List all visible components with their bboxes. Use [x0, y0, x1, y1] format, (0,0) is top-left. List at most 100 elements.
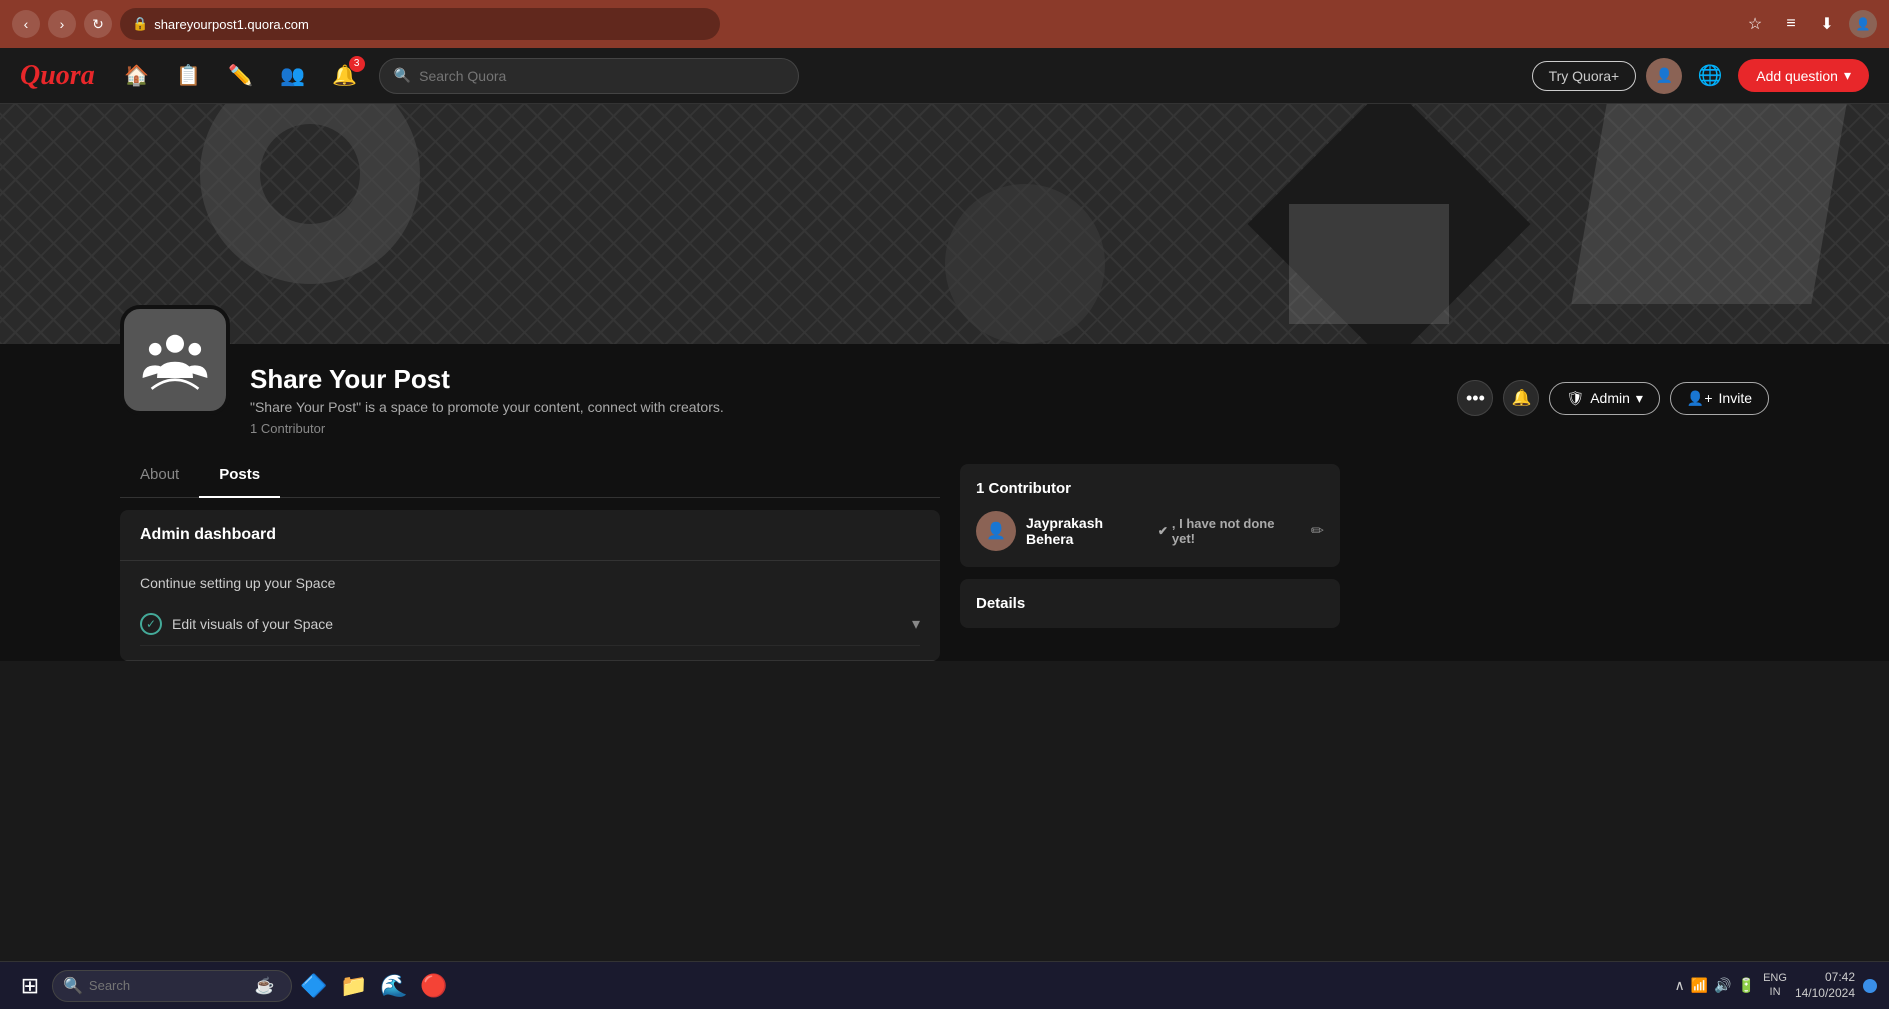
taskbar-search-input[interactable] — [89, 978, 249, 993]
chevron-down-icon: ▾ — [912, 614, 920, 634]
nav-right: Try Quora+ 👤 🌐 Add question ▾ — [1532, 58, 1869, 94]
taskbar: ⊞ 🔍 ☕ 🔷 📁 🌊 🔴 ∧ 📶 🔊 🔋 ENG IN 07:42 14/10… — [0, 961, 1889, 1009]
space-name: Share Your Post — [250, 364, 724, 395]
region-text: IN — [1763, 986, 1787, 999]
admin-dashboard-card: Admin dashboard Continue setting up your… — [120, 510, 940, 661]
playlist-icon[interactable]: ≡ — [1777, 10, 1805, 38]
search-input[interactable] — [419, 68, 784, 84]
contributors-card: 1 Contributor 👤 Jayprakash Behera ✔ , I … — [960, 464, 1340, 567]
notification-badge: 3 — [349, 56, 365, 72]
add-question-chevron: ▾ — [1844, 67, 1851, 84]
left-panel: About Posts Admin dashboard Continue set… — [120, 452, 940, 661]
setup-item-left: ✓ Edit visuals of your Space — [140, 613, 333, 635]
taskbar-edge-icon[interactable]: 🌊 — [376, 968, 412, 1004]
network-icon[interactable]: 📶 — [1691, 977, 1708, 994]
admin-label: Admin — [1590, 390, 1630, 406]
space-cover — [0, 104, 1889, 344]
system-clock[interactable]: 07:42 14/10/2024 — [1795, 970, 1855, 1001]
cover-shape-skew — [1571, 104, 1846, 304]
browser-actions: ☆ ≡ ⬇ 👤 — [1741, 10, 1877, 38]
browser-chrome: ‹ › ↻ 🔒 shareyourpost1.quora.com ☆ ≡ ⬇ 👤 — [0, 0, 1889, 48]
tab-posts[interactable]: Posts — [199, 452, 280, 497]
contributors-title: 1 Contributor — [976, 480, 1324, 497]
contributor-name-text: Jayprakash Behera — [1026, 515, 1154, 547]
chevron-up-tray-icon[interactable]: ∧ — [1675, 977, 1685, 994]
url-text: shareyourpost1.quora.com — [154, 17, 309, 32]
back-button[interactable]: ‹ — [12, 10, 40, 38]
clock-date: 14/10/2024 — [1795, 986, 1855, 1002]
taskbar-search-box[interactable]: 🔍 ☕ — [52, 970, 292, 1002]
lang-text: ENG — [1763, 972, 1787, 985]
quora-navbar: Quora 🏠 📋 ✏️ 👥 🔔 3 🔍 Try Quora+ 👤 🌐 Add … — [0, 48, 1889, 104]
space-actions: ••• 🔔 🛡 Admin ▾ 👤+ Invite — [1457, 360, 1769, 416]
clock-time: 07:42 — [1795, 970, 1855, 986]
windows-logo-icon: ⊞ — [21, 973, 39, 999]
edit-contributor-button[interactable]: ✏ — [1311, 521, 1324, 541]
invite-button[interactable]: 👤+ Invite — [1670, 382, 1769, 415]
tab-about[interactable]: About — [120, 452, 199, 497]
setup-title: Continue setting up your Space — [140, 575, 920, 591]
details-card: Details — [960, 579, 1340, 628]
language-icon[interactable]: 🌐 — [1692, 58, 1728, 94]
url-bar[interactable]: 🔒 shareyourpost1.quora.com — [120, 8, 720, 40]
notification-dot[interactable] — [1863, 979, 1877, 993]
add-question-label: Add question — [1756, 68, 1838, 84]
setup-item-visuals[interactable]: ✓ Edit visuals of your Space ▾ — [140, 603, 920, 646]
search-icon: 🔍 — [394, 67, 411, 84]
contributor-item: 👤 Jayprakash Behera ✔ , I have not done … — [976, 511, 1324, 551]
taskbar-right: ∧ 📶 🔊 🔋 ENG IN 07:42 14/10/2024 — [1675, 970, 1877, 1001]
space-text-info: Share Your Post "Share Your Post" is a s… — [250, 360, 724, 436]
taskbar-chrome-icon[interactable]: 🔴 — [416, 968, 452, 1004]
tabs-bar: About Posts — [120, 452, 940, 498]
search-bar[interactable]: 🔍 — [379, 58, 799, 94]
start-button[interactable]: ⊞ — [12, 968, 48, 1004]
setup-item-label-visuals: Edit visuals of your Space — [172, 616, 333, 632]
browser-user-avatar[interactable]: 👤 — [1849, 10, 1877, 38]
space-notification-button[interactable]: 🔔 — [1503, 380, 1539, 416]
admin-chevron-icon: ▾ — [1636, 390, 1643, 407]
forward-button[interactable]: › — [48, 10, 76, 38]
try-quora-button[interactable]: Try Quora+ — [1532, 61, 1637, 91]
home-icon[interactable]: 🏠 — [119, 58, 155, 94]
language-indicator: ENG IN — [1763, 972, 1787, 998]
quora-logo[interactable]: Quora — [20, 60, 95, 92]
lock-icon: 🔒 — [132, 16, 148, 32]
taskbar-files-icon[interactable]: 📁 — [336, 968, 372, 1004]
taskbar-copilot-icon[interactable]: 🔷 — [296, 968, 332, 1004]
more-options-button[interactable]: ••• — [1457, 380, 1493, 416]
answers-icon[interactable]: 📋 — [171, 58, 207, 94]
details-title: Details — [976, 595, 1324, 612]
admin-button[interactable]: 🛡 Admin ▾ — [1549, 382, 1660, 415]
person-plus-icon: 👤+ — [1687, 390, 1713, 407]
cover-shape-rect — [1289, 204, 1449, 324]
main-content: About Posts Admin dashboard Continue set… — [0, 452, 1889, 661]
invite-label: Invite — [1719, 390, 1752, 406]
space-info-bar: Share Your Post "Share Your Post" is a s… — [0, 344, 1889, 452]
check-done-icon: ✓ — [140, 613, 162, 635]
space-avatar — [120, 305, 230, 415]
space-contributors-count: 1 Contributor — [250, 421, 724, 436]
contributor-name: Jayprakash Behera ✔ , I have not done ye… — [1026, 515, 1301, 547]
add-question-button[interactable]: Add question ▾ — [1738, 59, 1869, 92]
space-description: "Share Your Post" is a space to promote … — [250, 399, 724, 415]
admin-dashboard-header: Admin dashboard — [120, 510, 940, 561]
edit-icon[interactable]: ✏️ — [223, 58, 259, 94]
sys-tray-icons: ∧ 📶 🔊 🔋 — [1675, 977, 1756, 994]
volume-icon[interactable]: 🔊 — [1714, 977, 1731, 994]
right-panel: 1 Contributor 👤 Jayprakash Behera ✔ , I … — [960, 452, 1340, 661]
coffee-icon: ☕ — [255, 976, 275, 996]
battery-icon[interactable]: 🔋 — [1738, 977, 1755, 994]
shield-icon: 🛡 — [1566, 390, 1584, 407]
contributor-avatar: 👤 — [976, 511, 1016, 551]
star-icon[interactable]: ☆ — [1741, 10, 1769, 38]
cover-shape-dark-circle — [945, 184, 1105, 344]
user-avatar[interactable]: 👤 — [1646, 58, 1682, 94]
notification-wrapper: 🔔 3 — [327, 58, 363, 94]
download-icon[interactable]: ⬇ — [1813, 10, 1841, 38]
refresh-button[interactable]: ↻ — [84, 10, 112, 38]
verified-badge-icon: ✔ — [1158, 524, 1168, 538]
taskbar-search-icon: 🔍 — [63, 976, 83, 996]
setup-section: Continue setting up your Space ✓ Edit vi… — [120, 561, 940, 661]
community-icon[interactable]: 👥 — [275, 58, 311, 94]
space-avatar-icon — [139, 324, 211, 396]
